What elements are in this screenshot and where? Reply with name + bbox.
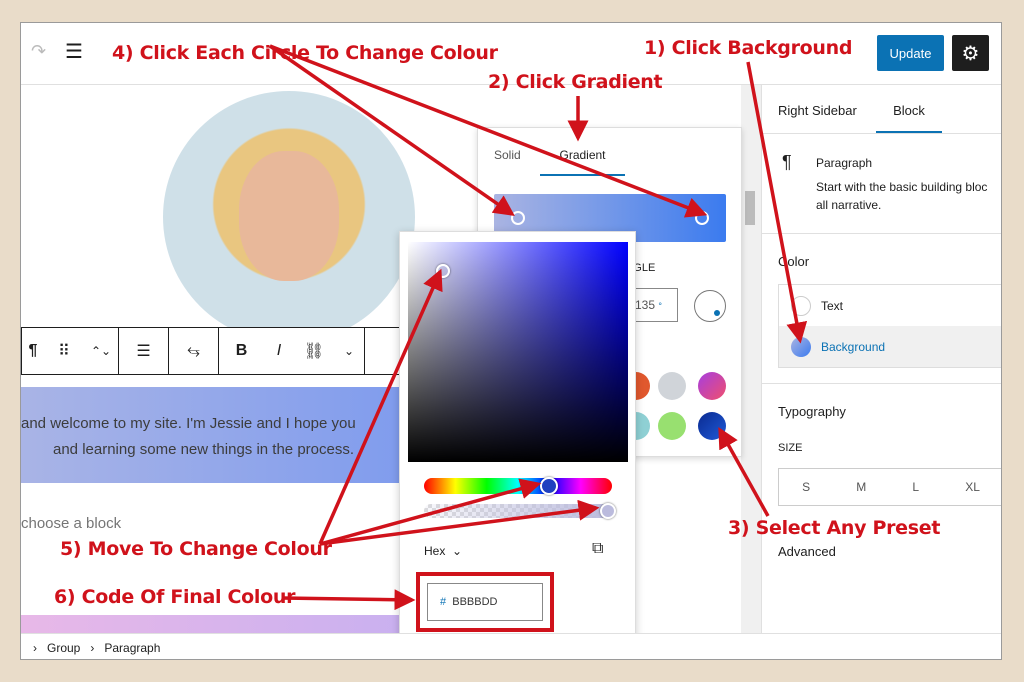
block-toolbar: ¶ ⠿ ⌃⌄ ☰ ⥃ B I ⛓ ⌄ <box>21 327 401 375</box>
paragraph-icon[interactable]: ¶ <box>22 328 44 374</box>
size-option[interactable]: XL <box>965 480 980 494</box>
annotation: 3) Select Any Preset <box>728 517 941 539</box>
list-view-icon[interactable]: ☰ <box>65 39 83 64</box>
annotation: 6) Code Of Final Colour <box>54 586 296 608</box>
gradient-stop-start[interactable] <box>511 211 525 225</box>
breadcrumb-item[interactable]: Paragraph <box>104 641 160 655</box>
update-button[interactable]: Update <box>877 35 944 71</box>
advanced-section[interactable]: Advanced <box>778 544 836 559</box>
color-picker: Hex ⌄ ⧉ # BBBBDD <box>399 231 636 651</box>
copy-icon[interactable]: ⧉ <box>592 540 603 558</box>
editor-window: ↷ ☰ Update ⚙ ¶ ⠿ ⌃⌄ ☰ ⥃ B I ⛓ ⌄ and welc… <box>20 22 1002 660</box>
gear-icon[interactable]: ⚙ <box>952 35 989 71</box>
preset-swatch[interactable] <box>658 412 686 440</box>
scrollbar[interactable] <box>741 85 761 635</box>
angle-dial[interactable] <box>694 290 726 322</box>
breadcrumb-item[interactable]: Group <box>47 641 80 655</box>
tab-right-sidebar[interactable]: Right Sidebar <box>778 103 857 118</box>
size-option[interactable]: S <box>802 480 810 494</box>
size-option[interactable]: M <box>856 480 866 494</box>
typography-heading[interactable]: Typography <box>778 404 846 419</box>
color-item-text[interactable]: Text <box>779 285 1001 326</box>
saturation-area[interactable] <box>408 242 628 462</box>
align-icon[interactable]: ☰ <box>118 328 168 374</box>
chevron-down-icon[interactable]: ⌄ <box>334 328 364 374</box>
format-select[interactable]: Hex ⌄ <box>424 544 462 558</box>
gradient-stop-end[interactable] <box>695 211 709 225</box>
transform-icon[interactable]: ⥃ <box>168 328 218 374</box>
paragraph-line: and learning some new things in the proc… <box>53 441 355 458</box>
annotation: 1) Click Background <box>644 37 853 59</box>
annotation: 4) Click Each Circle To Change Colour <box>112 42 498 64</box>
preset-swatch[interactable] <box>698 412 726 440</box>
block-appender[interactable]: choose a block <box>21 515 121 532</box>
redo-icon[interactable]: ↷ <box>31 41 46 62</box>
color-item-background[interactable]: Background <box>779 326 1001 367</box>
tab-solid[interactable]: Solid <box>494 148 521 162</box>
alpha-handle[interactable] <box>600 503 616 519</box>
next-block[interactable] <box>21 615 421 633</box>
tab-block[interactable]: Block <box>876 95 942 133</box>
paragraph-line: and welcome to my site. I'm Jessie and I… <box>21 415 356 432</box>
block-name: Paragraph <box>816 156 873 170</box>
italic-button[interactable]: I <box>264 328 294 374</box>
tab-gradient[interactable]: Gradient <box>540 140 625 176</box>
alpha-slider[interactable] <box>424 503 616 519</box>
move-arrows-icon[interactable]: ⌃⌄ <box>84 328 118 374</box>
breadcrumb: › Group › Paragraph <box>21 633 1001 659</box>
font-size-picker: S M L XL <box>778 468 1001 506</box>
color-heading[interactable]: Color <box>778 254 809 269</box>
size-option[interactable]: L <box>912 480 919 494</box>
preset-swatch[interactable] <box>698 372 726 400</box>
right-sidebar: Right Sidebar Block ¶ Paragraph Start wi… <box>761 85 1001 659</box>
bold-button[interactable]: B <box>218 328 264 374</box>
hex-input[interactable]: # BBBBDD <box>427 583 543 621</box>
link-icon[interactable]: ⛓ <box>294 328 334 374</box>
size-label: SIZE <box>778 442 803 454</box>
preset-swatch[interactable] <box>658 372 686 400</box>
block-description: Start with the basic building bloc <box>816 180 988 194</box>
hue-handle[interactable] <box>540 477 558 495</box>
paragraph-block[interactable]: and welcome to my site. I'm Jessie and I… <box>21 387 421 483</box>
annotation: 2) Click Gradient <box>488 71 663 93</box>
profile-image[interactable] <box>163 91 415 343</box>
annotation: 5) Move To Change Colour <box>60 538 332 560</box>
paragraph-icon: ¶ <box>782 152 792 172</box>
saturation-handle[interactable] <box>436 264 450 278</box>
block-description: all narrative. <box>816 198 882 212</box>
hue-slider[interactable] <box>424 477 612 495</box>
drag-handle-icon[interactable]: ⠿ <box>44 328 84 374</box>
